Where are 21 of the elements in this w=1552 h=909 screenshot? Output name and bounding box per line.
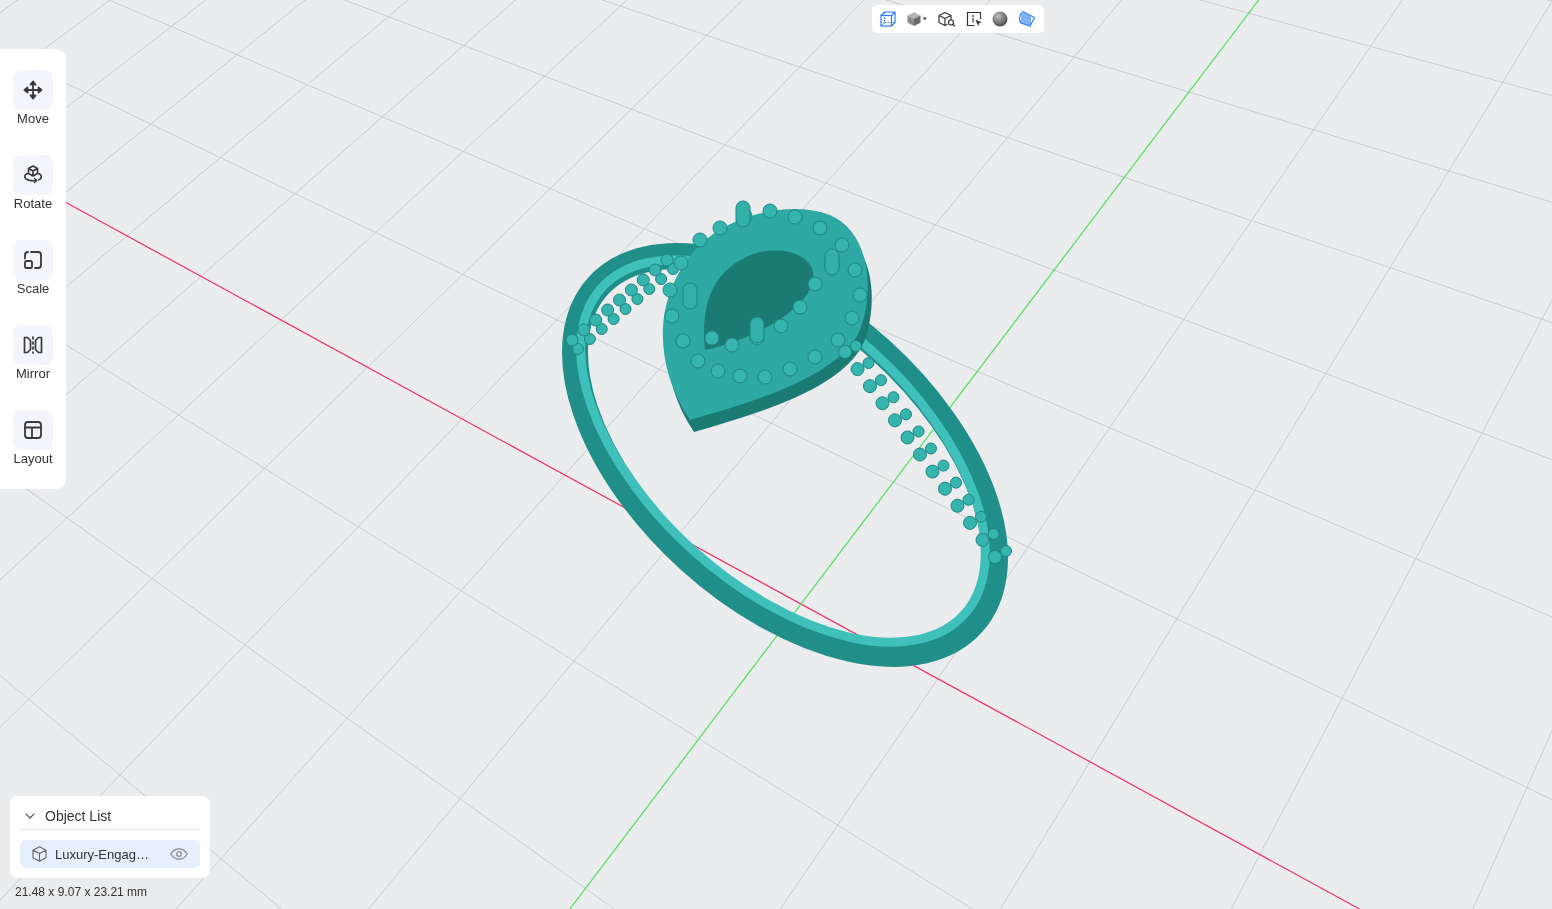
mirror-icon	[13, 325, 53, 365]
info-cursor-icon[interactable]	[966, 11, 982, 27]
object-item[interactable]: Luxury-Engag…	[20, 840, 200, 868]
wireframe-cube-icon[interactable]	[880, 11, 896, 27]
solid-cube-dropdown-icon[interactable]	[906, 11, 928, 27]
cube-search-icon[interactable]	[938, 11, 956, 27]
sphere-icon[interactable]	[992, 11, 1008, 27]
rotate-icon	[13, 155, 53, 195]
tool-button[interactable]: Rotate	[13, 155, 53, 212]
object-list-header[interactable]: Object List	[20, 802, 200, 829]
tool-button[interactable]: Mirror	[13, 325, 53, 382]
striped-shape-icon[interactable]	[1018, 11, 1036, 27]
tool-button[interactable]: Scale	[13, 240, 53, 297]
eye-icon[interactable]	[170, 848, 188, 860]
dimensions-text: 21.48 x 9.07 x 23.21 mm	[15, 885, 148, 899]
cube-icon	[32, 846, 47, 862]
scale-icon	[13, 240, 53, 280]
tool-button[interactable]: Layout	[13, 410, 53, 467]
layout-icon	[13, 410, 53, 450]
tool-button[interactable]: Move	[13, 70, 53, 127]
move-icon	[13, 70, 53, 110]
